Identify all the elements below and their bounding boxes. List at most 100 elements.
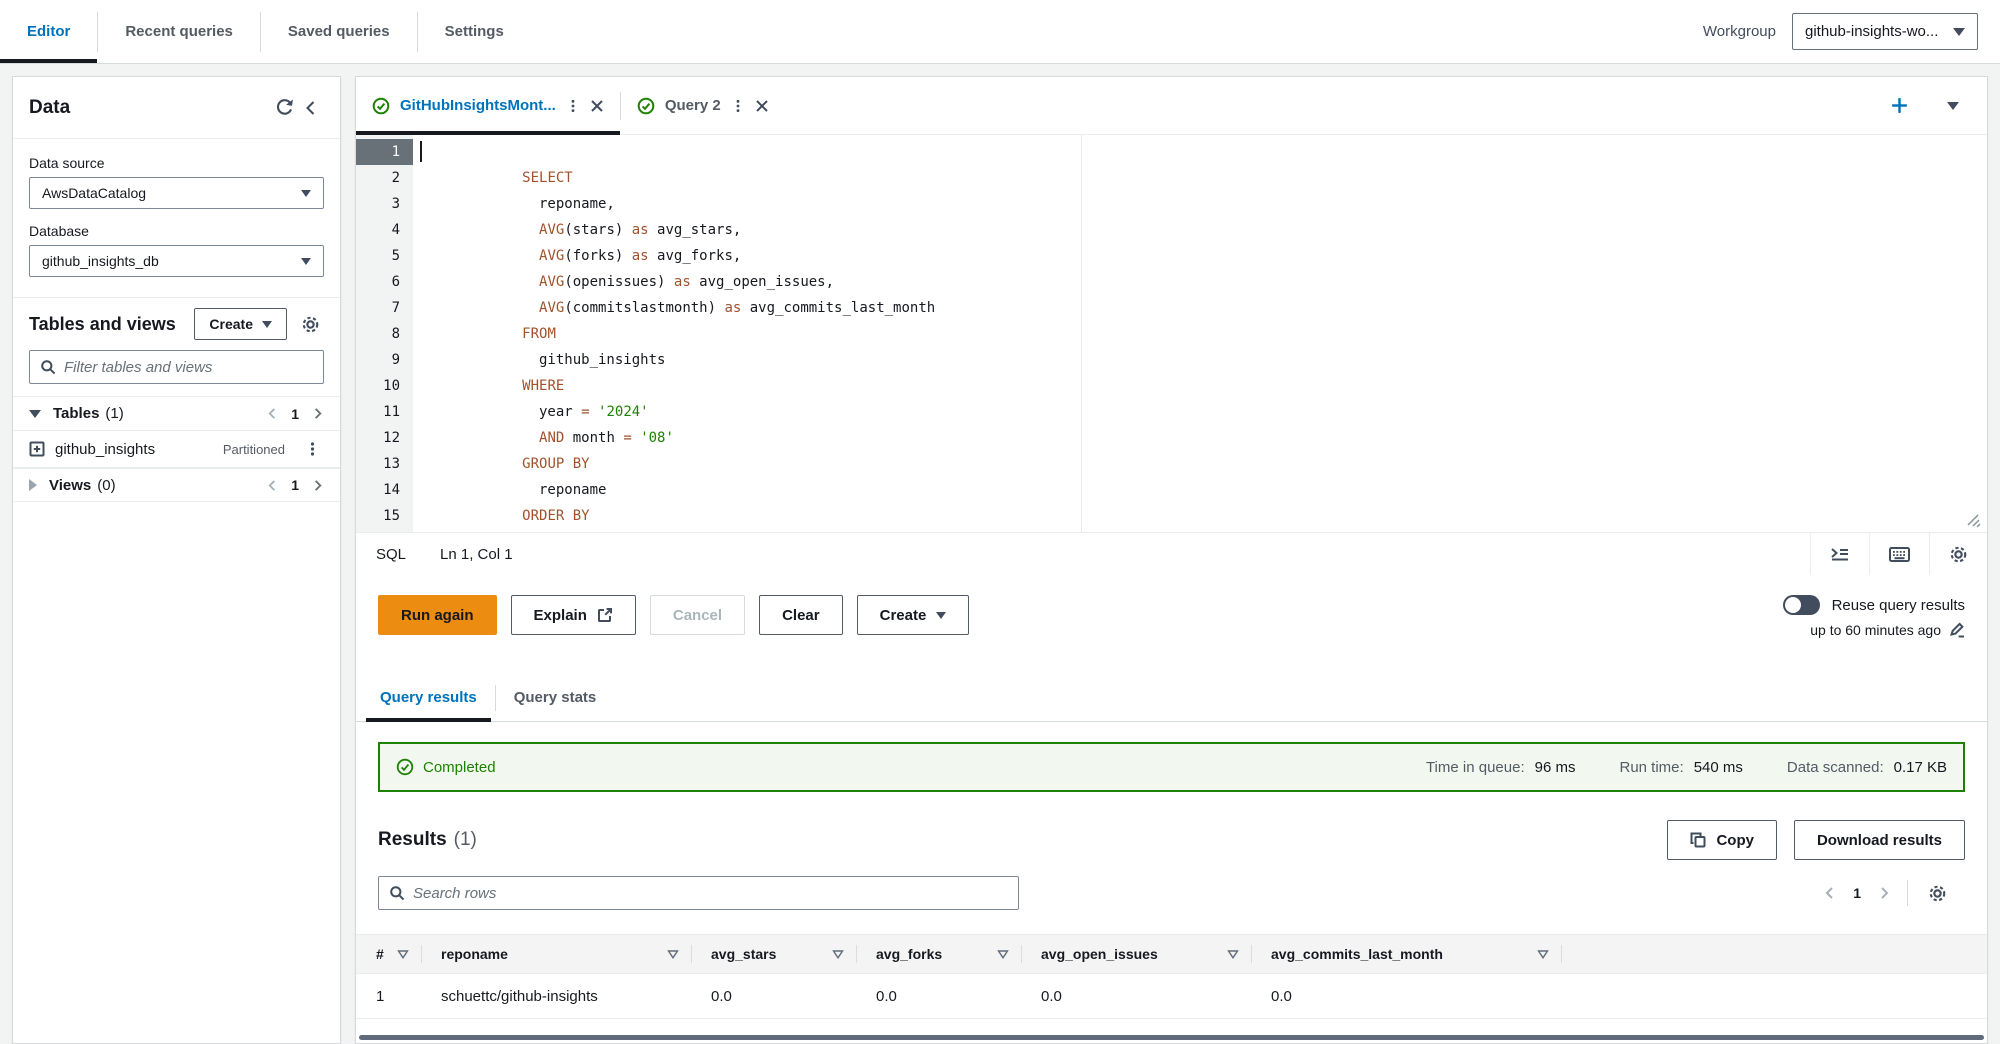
column-header-avg-forks[interactable]: avg_forks: [856, 935, 1021, 973]
tab-menu-icon[interactable]: [731, 98, 745, 114]
tab-recent-queries[interactable]: Recent queries: [98, 0, 260, 63]
code-token: =: [581, 404, 590, 420]
tab-menu-icon[interactable]: [566, 98, 580, 114]
caret-down-icon: [1947, 101, 1959, 110]
keyboard-icon: [1889, 546, 1910, 562]
reuse-results-duration: up to 60 minutes ago: [1810, 622, 1941, 638]
code-line[interactable]: reponame: [421, 477, 1987, 503]
sort-icon[interactable]: [832, 949, 844, 959]
editor-status-bar: SQL Ln 1, Col 1: [356, 533, 1987, 575]
page-next-icon[interactable]: [311, 407, 324, 420]
expand-plus-icon[interactable]: [29, 441, 45, 457]
keyboard-shortcuts-button[interactable]: [1870, 533, 1929, 575]
editor-settings-button[interactable]: [1930, 533, 1987, 575]
reuse-results-toggle[interactable]: [1782, 595, 1820, 615]
create-button-label: Create: [209, 316, 253, 332]
download-results-button[interactable]: Download results: [1793, 820, 1965, 860]
code-line[interactable]: SELECT: [421, 165, 1987, 191]
tab-editor[interactable]: Editor: [0, 0, 98, 63]
column-header-index[interactable]: #: [356, 935, 421, 973]
cancel-button[interactable]: Cancel: [649, 595, 746, 635]
code-line[interactable]: AVG(forks) as avg_forks,: [421, 243, 1987, 269]
column-header-avg-stars[interactable]: avg_stars: [691, 935, 856, 973]
sort-icon[interactable]: [997, 949, 1009, 959]
code-line[interactable]: github_insights: [421, 347, 1987, 373]
cell-index: 1: [376, 987, 385, 1005]
code-line[interactable]: reponame,: [421, 191, 1987, 217]
filter-tables-input[interactable]: [64, 358, 313, 376]
workgroup-select[interactable]: github-insights-wo...: [1792, 13, 1978, 50]
close-icon[interactable]: [755, 99, 769, 113]
code-line[interactable]: year = '2024': [421, 399, 1987, 425]
sort-icon[interactable]: [667, 949, 679, 959]
tab-list-button[interactable]: [1943, 98, 1963, 114]
tables-settings-button[interactable]: [297, 311, 324, 338]
code-line[interactable]: AVG(openissues) as avg_open_issues,: [421, 269, 1987, 295]
query-tab-2[interactable]: Query 2: [621, 77, 785, 134]
code-line[interactable]: [421, 139, 1987, 165]
data-source-select[interactable]: AwsDataCatalog: [29, 177, 324, 209]
horizontal-scrollbar[interactable]: [359, 1035, 1984, 1040]
code-line[interactable]: AND month = '08': [421, 425, 1987, 451]
explain-label: Explain: [533, 606, 587, 624]
collapse-panel-button[interactable]: [298, 95, 324, 121]
copy-button[interactable]: Copy: [1667, 820, 1777, 860]
tab-query-stats[interactable]: Query stats: [496, 674, 615, 721]
code-line[interactable]: FROM: [421, 321, 1987, 347]
edit-pencil-icon[interactable]: [1949, 622, 1965, 638]
tables-section-row[interactable]: Tables (1) 1: [13, 396, 340, 430]
page-next-icon[interactable]: [1877, 886, 1891, 900]
tab-query-results[interactable]: Query results: [362, 674, 495, 722]
clear-button[interactable]: Clear: [759, 595, 843, 635]
column-header-avg-commits-last-month[interactable]: avg_commits_last_month: [1251, 935, 1561, 973]
code-line[interactable]: AVG(stars) as avg_stars,: [421, 217, 1987, 243]
resize-handle-icon[interactable]: [1965, 512, 1981, 528]
tab-settings[interactable]: Settings: [418, 0, 531, 63]
code-token: month: [564, 430, 624, 446]
code-line[interactable]: AVG(commitslastmonth) as avg_commits_las…: [421, 295, 1987, 321]
database-value: github_insights_db: [42, 253, 159, 269]
database-select[interactable]: github_insights_db: [29, 245, 324, 277]
table-actions-button[interactable]: [301, 437, 324, 461]
line-number: 6: [391, 274, 400, 290]
column-header-reponame[interactable]: reponame: [421, 935, 691, 973]
sort-icon[interactable]: [1227, 949, 1239, 959]
refresh-button[interactable]: [271, 94, 298, 121]
caret-down-icon: [936, 611, 947, 619]
sort-icon[interactable]: [397, 949, 409, 959]
column-label: avg_commits_last_month: [1271, 946, 1443, 962]
page-prev-icon[interactable]: [266, 407, 279, 420]
query-tab-1[interactable]: GitHubInsightsMont...: [356, 77, 620, 135]
page-next-icon[interactable]: [311, 479, 324, 492]
column-header-avg-open-issues[interactable]: avg_open_issues: [1021, 935, 1251, 973]
code-line[interactable]: WHERE: [421, 373, 1987, 399]
create-button[interactable]: Create: [194, 308, 287, 340]
explain-button[interactable]: Explain: [510, 595, 636, 635]
code-line[interactable]: ORDER BY: [421, 503, 1987, 529]
format-query-button[interactable]: [1811, 533, 1869, 575]
code-token: SELECT: [522, 170, 573, 186]
time-in-queue-stat: Time in queue: 96 ms: [1426, 759, 1576, 776]
table-item-github-insights[interactable]: github_insights Partitioned: [13, 430, 340, 468]
results-preferences-button[interactable]: [1924, 880, 1951, 907]
page-prev-icon[interactable]: [266, 479, 279, 492]
tab-saved-queries[interactable]: Saved queries: [261, 0, 417, 63]
triangle-right-icon: [29, 479, 37, 491]
run-again-button[interactable]: Run again: [378, 595, 497, 635]
search-rows-input[interactable]: [413, 884, 1008, 902]
sql-editor[interactable]: 1 2 3 4 5 6 7 8 9 10 11 12 13 14 15 SELECT reponame, A…: [356, 135, 1987, 533]
page-prev-icon[interactable]: [1823, 886, 1837, 900]
code-line[interactable]: GROUP BY: [421, 451, 1987, 477]
query-tab-1-label: GitHubInsightsMont...: [400, 97, 556, 114]
new-tab-button[interactable]: [1886, 92, 1913, 119]
sort-icon[interactable]: [1537, 949, 1549, 959]
table-row[interactable]: 1 schuettc/github-insights 0.0 0.0 0.0 0…: [356, 974, 1987, 1019]
editor-code[interactable]: SELECT reponame, AVG(stars) as avg_stars…: [413, 135, 1987, 532]
caret-down-icon: [301, 257, 311, 265]
views-section-row[interactable]: Views (0) 1: [13, 468, 340, 502]
top-navigation: Editor Recent queries Saved queries Sett…: [0, 0, 2000, 64]
close-icon[interactable]: [590, 99, 604, 113]
results-table: # reponame avg_stars avg_forks avg_open_…: [356, 934, 1987, 1040]
create-dropdown-button[interactable]: Create: [856, 595, 970, 635]
